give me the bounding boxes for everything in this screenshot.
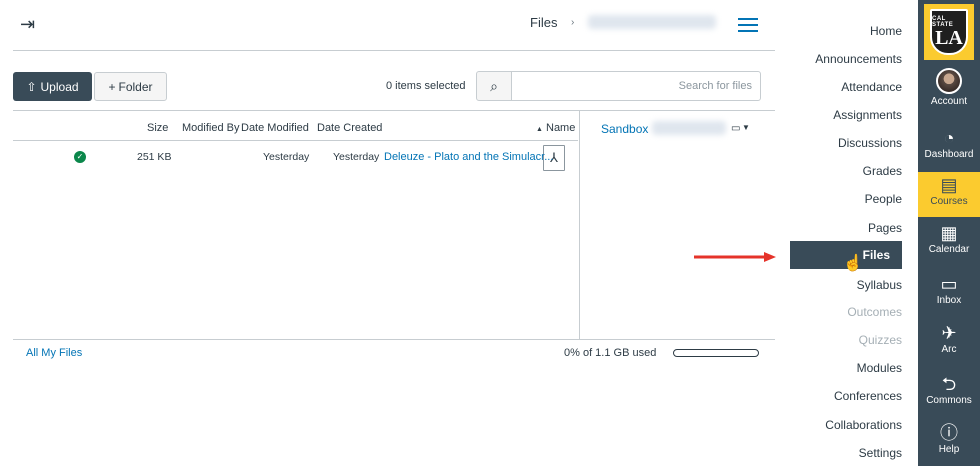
column-name-label: Name [546,122,576,134]
toolbar-divider [13,110,775,111]
global-nav-calendar[interactable]: ▦ Calendar [918,222,980,255]
dashboard-icon: ◔ [943,128,955,148]
file-date-created: Yesterday [333,151,380,163]
inbox-icon: ▭ [940,274,958,294]
table-header-divider [13,140,578,141]
column-size[interactable]: Size [147,122,168,134]
global-nav-arc[interactable]: ✈ Arc [918,322,980,355]
global-nav-inbox-label: Inbox [936,295,962,306]
folder-icon: ▭ [731,123,741,134]
commons-icon: ⮌ [941,374,957,394]
avatar [936,68,962,94]
global-nav-account[interactable]: Account [918,68,980,107]
file-date-modified: Yesterday [263,151,310,163]
global-nav-help[interactable]: ⓘ Help [918,422,980,455]
course-nav-people[interactable]: People [865,190,902,208]
course-menu-toggle[interactable] [738,18,758,32]
breadcrumb-files: Files [530,15,558,30]
course-nav-pages[interactable]: Pages [868,219,902,237]
arc-icon: ✈ [941,323,957,343]
plus-icon: + [108,79,116,94]
course-nav-conferences[interactable]: Conferences [834,387,902,405]
quota-text: 0% of 1.1 GB used [564,347,657,359]
upload-icon: ⇧ [26,79,37,94]
global-nav-calendar-label: Calendar [928,244,970,255]
courses-book-icon: ▤ [940,175,958,195]
course-nav-assignments[interactable]: Assignments [833,106,902,124]
file-size: 251 KB [137,151,172,163]
header-divider [13,50,775,51]
logo-shield-icon: CAL STATE LA [930,9,968,55]
hand-cursor-icon: ☝ [843,255,863,272]
course-nav-quizzes[interactable]: Quizzes [859,331,902,349]
upload-button[interactable]: ⇧ Upload [13,72,92,101]
course-nav-discussions[interactable]: Discussions [838,134,902,152]
cal-state-la-logo[interactable]: CAL STATE LA [924,4,974,60]
help-icon: ⓘ [940,423,958,443]
course-nav-modules[interactable]: Modules [857,359,902,377]
global-navigation: CAL STATE LA Account ◔ Dashboard ▤ Cours… [918,0,980,466]
callout-arrow [694,252,776,262]
global-nav-dashboard[interactable]: ◔ Dashboard [918,127,980,160]
quota-progress-bar [673,349,759,357]
breadcrumb-separator: › [571,17,575,28]
global-nav-inbox[interactable]: ▭ Inbox [918,273,980,306]
collapse-sidebar-icon[interactable]: ⇥ [20,14,35,35]
course-nav-attendance[interactable]: Attendance [841,78,902,96]
logo-main-text: LA [935,27,963,49]
folder-name-blurred[interactable] [652,121,726,135]
global-nav-help-label: Help [938,444,960,455]
course-nav-settings[interactable]: Settings [859,444,902,462]
global-nav-courses-label: Courses [930,196,968,207]
course-nav-home[interactable]: Home [870,22,902,40]
upload-button-label: Upload [40,79,79,94]
course-nav-syllabus[interactable]: Syllabus [857,276,902,294]
global-nav-account-label: Account [930,96,968,107]
file-name-link[interactable]: Deleuze - Plato and the Simulacr... [384,151,553,163]
all-my-files-link[interactable]: All My Files [26,347,82,359]
add-folder-label: Folder [118,79,153,94]
sort-asc-icon: ▲ [536,126,543,133]
course-nav-collaborations[interactable]: Collaborations [825,416,902,434]
global-nav-arc-label: Arc [941,344,957,355]
course-nav-outcomes[interactable]: Outcomes [847,303,902,321]
footer-divider [13,339,775,340]
course-nav-announcements[interactable]: Announcements [815,50,902,68]
column-date-modified[interactable]: Date Modified [241,122,309,134]
files-main: ⇥ › Files ⇧ Upload + Folder 0 items sele… [0,0,785,466]
course-navigation: Home Announcements Attendance Assignment… [790,0,902,466]
expand-folder-icon[interactable]: ▼ [742,123,750,132]
search-icon: ⌕ [490,77,498,94]
global-nav-commons-label: Commons [926,395,972,406]
column-date-created[interactable]: Date Created [317,122,382,134]
search-button[interactable]: ⌕ [476,71,512,101]
folder-tree-divider [579,110,580,339]
add-folder-button[interactable]: + Folder [94,72,167,101]
calendar-icon: ▦ [940,223,958,243]
course-nav-grades[interactable]: Grades [863,162,902,180]
global-nav-dashboard-label: Dashboard [924,149,974,160]
breadcrumb-course-blurred[interactable] [588,15,716,29]
search-files-input[interactable] [511,71,761,101]
global-nav-commons[interactable]: ⮌ Commons [918,373,980,406]
tree-root-folder[interactable]: Sandbox [601,122,648,136]
column-modified-by[interactable]: Modified By [182,122,239,134]
global-nav-courses[interactable]: ▤ Courses [918,172,980,217]
selected-items-count: 0 items selected [386,80,466,92]
column-name[interactable]: ▲ Name [536,122,575,134]
published-check-icon[interactable]: ✓ [74,151,86,163]
